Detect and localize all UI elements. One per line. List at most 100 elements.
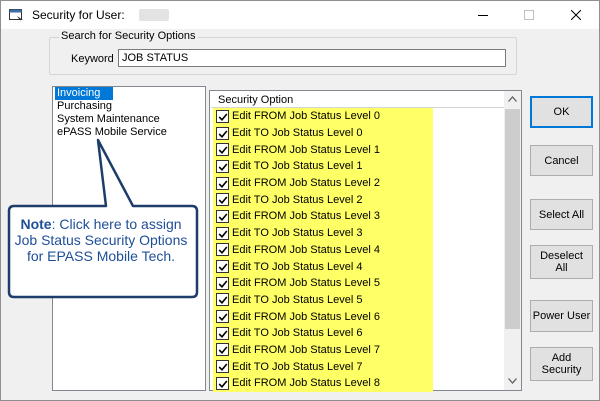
maximize-icon	[524, 10, 534, 20]
checkmark-icon	[218, 346, 228, 355]
search-group-label: Search for Security Options	[59, 30, 198, 42]
cancel-button[interactable]: Cancel	[530, 145, 593, 176]
security-dialog: Security for User: Search for Security O…	[0, 0, 600, 401]
checkmark-icon	[218, 313, 228, 322]
option-checkbox[interactable]	[216, 343, 229, 357]
redacted-username	[139, 9, 169, 21]
deselect-all-button[interactable]: Deselect All	[530, 245, 593, 279]
checkmark-icon	[218, 230, 228, 238]
option-label: Edit FROM Job Status Level 6	[232, 310, 380, 323]
module-item-invoicing[interactable]: Invoicing	[55, 87, 113, 100]
scroll-down-button[interactable]	[504, 373, 521, 390]
checkmark-icon	[218, 263, 228, 272]
security-option-row[interactable]: Edit FROM Job Status Level 3	[213, 208, 433, 225]
option-label: Edit FROM Job Status Level 7	[232, 343, 380, 356]
security-options-list[interactable]: Security Option Edit FROM Job Status Lev…	[209, 90, 522, 392]
security-option-row[interactable]: Edit FROM Job Status Level 5	[213, 274, 433, 292]
security-option-row[interactable]: Edit FROM Job Status Level 6	[213, 308, 433, 325]
option-checkbox[interactable]	[216, 109, 229, 123]
checkmark-icon	[218, 380, 228, 388]
option-label: Edit TO Job Status Level 7	[232, 360, 363, 373]
option-checkbox[interactable]	[216, 360, 229, 374]
security-option-row[interactable]: Edit TO Job Status Level 5	[213, 291, 433, 309]
checkmark-icon	[218, 196, 228, 205]
option-label: Edit FROM Job Status Level 0	[232, 110, 380, 123]
window-title: Security for User:	[32, 8, 125, 22]
option-checkbox[interactable]	[216, 376, 229, 390]
option-label: Edit TO Job Status Level 0	[232, 127, 363, 140]
option-checkbox[interactable]	[216, 159, 229, 173]
option-label: Edit TO Job Status Level 4	[232, 260, 363, 273]
checkmark-icon	[218, 130, 228, 138]
option-checkbox[interactable]	[216, 126, 229, 140]
option-checkbox[interactable]	[216, 226, 229, 240]
option-label: Edit FROM Job Status Level 5	[232, 277, 380, 290]
option-checkbox[interactable]	[216, 176, 229, 190]
module-item-epass-mobile-service[interactable]: ePASS Mobile Service	[53, 126, 205, 139]
option-checkbox[interactable]	[216, 243, 229, 257]
security-option-column-header[interactable]: Security Option	[211, 92, 506, 108]
power-user-button-label: Power User	[532, 310, 591, 322]
select-all-button-label: Select All	[538, 208, 585, 221]
select-all-button[interactable]: Select All	[530, 199, 593, 230]
option-checkbox[interactable]	[216, 260, 229, 274]
security-option-row[interactable]: Edit TO Job Status Level 0	[213, 124, 433, 142]
option-checkbox[interactable]	[216, 276, 229, 290]
security-option-row[interactable]: Edit TO Job Status Level 3	[213, 224, 433, 242]
module-item-purchasing[interactable]: Purchasing	[53, 100, 205, 113]
checkmark-icon	[218, 146, 228, 155]
app-window-icon	[9, 9, 23, 22]
security-option-row[interactable]: Edit TO Job Status Level 1	[213, 158, 433, 175]
security-option-row[interactable]: Edit FROM Job Status Level 1	[213, 141, 433, 159]
power-user-button[interactable]: Power User	[530, 300, 593, 332]
security-option-row[interactable]: Edit FROM Job Status Level 7	[213, 341, 433, 359]
option-checkbox[interactable]	[216, 209, 229, 223]
option-label: Edit FROM Job Status Level 4	[232, 243, 380, 256]
option-checkbox[interactable]	[216, 310, 229, 324]
options-scrollbar[interactable]	[504, 91, 521, 390]
option-label: Edit TO Job Status Level 5	[232, 293, 363, 306]
checkmark-icon	[218, 246, 228, 255]
security-option-row[interactable]: Edit TO Job Status Level 2	[213, 191, 433, 209]
checkmark-icon	[218, 163, 228, 171]
keyword-label: Keyword	[71, 53, 114, 65]
option-label: Edit TO Job Status Level 2	[232, 193, 363, 206]
option-label: Edit TO Job Status Level 3	[232, 227, 363, 240]
option-checkbox[interactable]	[216, 143, 229, 157]
cancel-button-label: Cancel	[544, 154, 579, 167]
security-option-row[interactable]: Edit FROM Job Status Level 0	[213, 108, 433, 125]
checkmark-icon	[218, 363, 228, 372]
option-checkbox[interactable]	[216, 193, 229, 207]
ok-button[interactable]: OK	[530, 96, 593, 128]
minimize-icon	[478, 15, 488, 16]
checkmark-icon	[218, 330, 228, 338]
security-option-row[interactable]: Edit TO Job Status Level 6	[213, 324, 433, 342]
security-option-row[interactable]: Edit TO Job Status Level 4	[213, 258, 433, 275]
option-label: Edit TO Job Status Level 1	[232, 160, 363, 173]
maximize-button[interactable]	[506, 1, 552, 29]
title-bar[interactable]: Security for User:	[1, 1, 599, 29]
security-option-rows: Edit FROM Job Status Level 0 Edit TO Job …	[213, 108, 433, 392]
scroll-thumb[interactable]	[505, 109, 520, 329]
close-button[interactable]	[553, 1, 599, 29]
security-option-row[interactable]: Edit TO Job Status Level 7	[213, 358, 433, 375]
chevron-up-icon	[508, 96, 517, 102]
scroll-up-button[interactable]	[504, 91, 521, 108]
option-label: Edit FROM Job Status Level 8	[232, 377, 380, 390]
module-item-system-maintenance[interactable]: System Maintenance	[53, 113, 205, 126]
deselect-all-button-label: Deselect All	[540, 250, 583, 274]
option-checkbox[interactable]	[216, 326, 229, 340]
option-label: Edit FROM Job Status Level 3	[232, 210, 380, 223]
option-label: Edit TO Job Status Level 6	[232, 327, 363, 340]
keyword-input[interactable]: JOB STATUS	[118, 49, 506, 67]
security-option-row[interactable]: Edit FROM Job Status Level 8	[213, 375, 433, 392]
minimize-button[interactable]	[460, 1, 506, 29]
add-security-button[interactable]: Add Security	[530, 347, 593, 381]
checkmark-icon	[218, 280, 228, 288]
option-checkbox[interactable]	[216, 293, 229, 307]
security-option-row[interactable]: Edit FROM Job Status Level 2	[213, 174, 433, 192]
option-label: Edit FROM Job Status Level 2	[232, 177, 380, 190]
checkmark-icon	[218, 113, 228, 121]
callout-note-text: Note: Click here to assign Job Status Se…	[12, 216, 190, 264]
security-option-row[interactable]: Edit FROM Job Status Level 4	[213, 241, 433, 259]
